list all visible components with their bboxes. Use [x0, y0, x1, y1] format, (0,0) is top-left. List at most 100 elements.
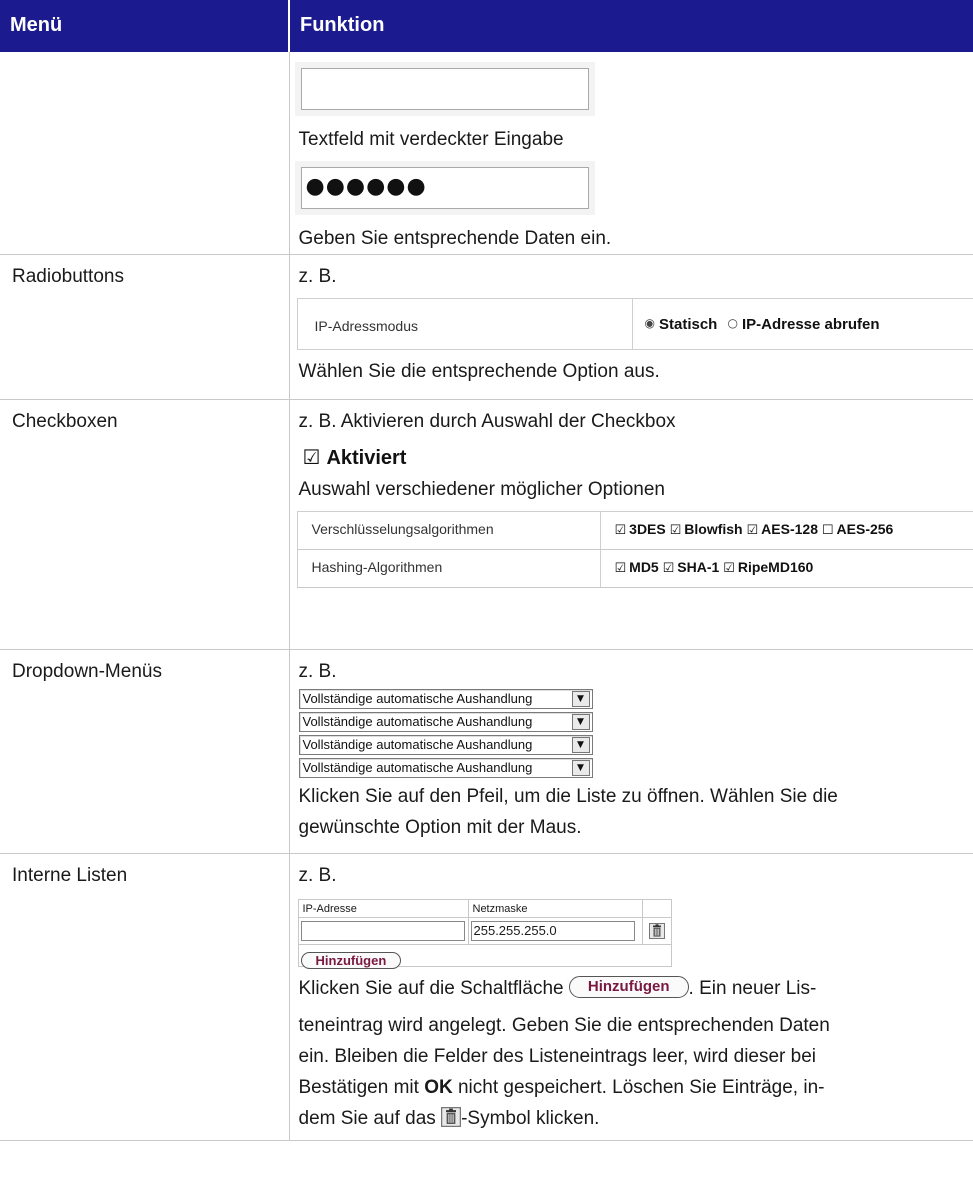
checkbox-sample-table: Verschlüsselungsalgorithmen ☑ 3DES ☑ Blowf…	[296, 511, 973, 588]
header-menu: Menü	[0, 0, 289, 52]
list-text-line-1: Klicken Sie auf die Schaltfläche Hinzufü…	[299, 973, 973, 1004]
sample-password-frame: ●●●●●●	[294, 161, 595, 215]
checkbox-row-hashing: Hashing-Algorithmen ☑ MD5 ☑ SHA-1 ☑ RipeMD1…	[296, 549, 973, 588]
chevron-down-icon[interactable]: ▼	[571, 691, 590, 707]
radio-option-dhcp[interactable]: IP-Adresse abrufen	[742, 316, 880, 333]
enc-option-blowfish: Blowfish	[684, 521, 743, 537]
menu-cell-empty	[0, 52, 290, 255]
radio-example-label: z. B.	[298, 266, 337, 287]
radio-options: ◉ Statisch ○ IP-Adresse abrufen	[633, 299, 973, 349]
function-cell-textfields: Textfeld mit verdeckter Eingabe ●●●●●● G…	[289, 52, 973, 255]
netmask-input[interactable]: 255.255.255.0	[470, 921, 635, 941]
checkbox-multi-label: Auswahl verschiedener möglicher Optionen	[298, 479, 665, 500]
masked-field-label: Textfeld mit verdeckter Eingabe	[298, 129, 564, 150]
hash-option-md5: MD5	[629, 559, 659, 575]
dropdown-instruction-line-1: Klicken Sie auf den Pfeil, um die Liste …	[298, 786, 838, 807]
menu-cell-radiobuttons: Radiobuttons	[0, 254, 290, 400]
hashing-options: ☑ MD5 ☑ SHA-1 ☑ RipeMD160	[599, 549, 973, 588]
list-cell-delete	[643, 918, 671, 944]
radio-sample: IP-Adressmodus ◉ Statisch ○ IP-Adresse abr…	[296, 298, 973, 350]
list-text-1: Klicken Sie auf die Schaltfläche	[298, 978, 564, 999]
list-text-line-5: Bestätigen mit OK nicht gespeichert. Lös…	[299, 1072, 973, 1103]
menu-cell-lists: Interne Listen	[0, 853, 290, 1141]
list-row: 255.255.255.0	[299, 918, 671, 944]
list-example-label: z. B.	[298, 865, 337, 886]
dropdown-value: Vollständige automatische Aushandlung	[302, 737, 533, 752]
checkbox-checked-icon[interactable]: ☑	[747, 523, 759, 538]
table-row-checkboxes: Checkboxen z. B. Aktivieren durch Auswah…	[0, 399, 973, 650]
internal-list-sample: IP-Adresse Netzmaske 255.255.255.0 Hinzu…	[297, 899, 672, 969]
checkbox-checked-icon[interactable]: ☑	[670, 523, 682, 538]
list-text-line-3: teneintrag wird angelegt. Geben Sie die …	[298, 1015, 830, 1036]
dropdown-select[interactable]: Vollständige automatische Aushandlung ▼	[298, 712, 593, 732]
table-row-textfields: Textfeld mit verdeckter Eingabe ●●●●●● G…	[0, 52, 973, 255]
checkbox-unchecked-icon[interactable]: ☐	[822, 523, 834, 538]
list-text-line-4: ein. Bleiben die Felder des Listeneintra…	[298, 1046, 817, 1067]
sample-text-input[interactable]	[300, 68, 589, 110]
enc-option-aes128: AES-128	[761, 521, 818, 537]
dropdown-select[interactable]: Vollständige automatische Aushandlung ▼	[298, 689, 593, 709]
ok-keyword: OK	[424, 1077, 453, 1098]
dropdown-value: Vollständige automatische Aushandlung	[302, 691, 533, 706]
function-cell-radiobuttons: z. B. IP-Adressmodus ◉ Statisch ○ IP-Adres…	[289, 254, 973, 400]
chevron-down-icon[interactable]: ▼	[571, 760, 590, 776]
table-row-dropdowns: Dropdown-Menüs z. B. Vollständige automa…	[0, 649, 973, 854]
encryption-options: ☑ 3DES ☑ Blowfish ☑ AES-128 ☐ AES-256	[599, 511, 973, 550]
list-text-5b: nicht gespeichert. Löschen Sie Einträge,…	[457, 1077, 825, 1098]
hash-option-sha1: SHA-1	[677, 559, 720, 575]
function-cell-lists: z. B. IP-Adresse Netzmaske 255.255.255.0	[289, 853, 973, 1141]
checkbox-aktiviert-label: Aktiviert	[326, 447, 407, 469]
sample-textbox-frame	[294, 62, 595, 116]
dropdown-value: Vollständige automatische Aushandlung	[302, 760, 533, 775]
chevron-down-icon[interactable]: ▼	[571, 714, 590, 730]
list-cell-ip	[299, 918, 469, 944]
encryption-label: Verschlüsselungsalgorithmen	[296, 511, 601, 550]
list-header-ip: IP-Adresse	[299, 900, 469, 917]
sample-password-input[interactable]: ●●●●●●	[300, 167, 589, 209]
radio-instruction: Wählen Sie die entsprechende Option aus.	[298, 361, 660, 382]
checkbox-checked-icon[interactable]: ☑	[303, 445, 321, 469]
trash-icon	[441, 1106, 462, 1127]
checkbox-checked-icon[interactable]: ☑	[663, 561, 675, 576]
list-text-2: . Ein neuer Lis-	[688, 978, 817, 999]
header-function: Funktion	[288, 0, 973, 52]
checkbox-aktiviert[interactable]: ☑ Aktiviert	[303, 443, 407, 472]
list-text-line-6: dem Sie auf das -Symbol klicken.	[299, 1103, 973, 1134]
dropdown-value: Vollständige automatische Aushandlung	[302, 714, 533, 729]
hash-option-ripemd: RipeMD160	[737, 559, 814, 575]
list-header: IP-Adresse Netzmaske	[298, 900, 671, 918]
enc-option-3des: 3DES	[629, 521, 666, 537]
checkbox-checked-icon[interactable]: ☑	[615, 523, 627, 538]
table-row-lists: Interne Listen z. B. IP-Adresse Netzmask…	[0, 853, 973, 1141]
function-cell-checkboxes: z. B. Aktivieren durch Auswahl der Check…	[289, 399, 973, 650]
hashing-label: Hashing-Algorithmen	[296, 549, 601, 588]
checkbox-row-encryption: Verschlüsselungsalgorithmen ☑ 3DES ☑ Blowf…	[296, 511, 973, 550]
dropdown-instruction-line-2: gewünschte Option mit der Maus.	[298, 817, 582, 838]
dropdown-example-label: z. B.	[298, 661, 337, 682]
table-row-radiobuttons: Radiobuttons z. B. IP-Adressmodus ◉ Stati…	[0, 254, 973, 400]
dropdown-select[interactable]: Vollständige automatische Aushandlung ▼	[298, 758, 593, 778]
radio-option-static[interactable]: Statisch	[659, 316, 717, 333]
ip-address-input[interactable]	[300, 921, 465, 941]
menu-cell-dropdowns: Dropdown-Menüs	[0, 649, 290, 854]
checkbox-checked-icon[interactable]: ☑	[723, 561, 735, 576]
checkbox-example-label: z. B. Aktivieren durch Auswahl der Check…	[298, 411, 676, 432]
list-cell-mask: 255.255.255.0	[469, 918, 643, 944]
radio-unselected-icon[interactable]: ○	[728, 316, 738, 330]
menu-cell-checkboxes: Checkboxen	[0, 399, 290, 650]
textfield-instruction: Geben Sie entsprechende Daten ein.	[298, 228, 612, 249]
dropdown-select[interactable]: Vollständige automatische Aushandlung ▼	[298, 735, 593, 755]
list-text-5a: Bestätigen mit	[298, 1077, 419, 1098]
list-text-6b: -Symbol klicken.	[461, 1108, 600, 1129]
list-text-6a: dem Sie auf das	[298, 1108, 436, 1129]
list-header-mask: Netzmaske	[469, 900, 643, 917]
function-cell-dropdowns: z. B. Vollständige automatische Aushandl…	[289, 649, 973, 854]
add-entry-button[interactable]: Hinzufügen	[300, 952, 402, 969]
table-header-row: Menü Funktion	[0, 0, 973, 52]
chevron-down-icon[interactable]: ▼	[571, 737, 590, 753]
checkbox-checked-icon[interactable]: ☑	[615, 561, 627, 576]
add-entry-inline-button[interactable]: Hinzufügen	[568, 975, 689, 998]
trash-icon[interactable]	[648, 923, 665, 939]
radio-field-label: IP-Adressmodus	[298, 299, 633, 349]
radio-selected-icon[interactable]: ◉	[645, 316, 655, 330]
